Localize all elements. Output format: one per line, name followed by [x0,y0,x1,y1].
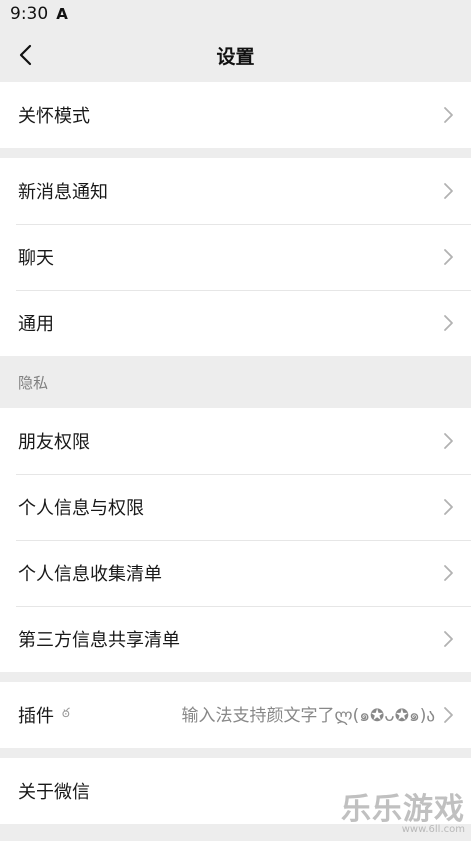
emoticon-badge-icon: ఠ [62,706,70,721]
settings-group-privacy: 朋友权限 个人信息与权限 个人信息收集清单 第三方信息共享清单 [0,408,471,672]
plugins-promo-text: 输入法支持颜文字了ლ(๑✪ᴗ✪๑)ა [181,706,435,726]
status-time: 9:30 [10,4,49,24]
settings-item-friend-permissions[interactable]: 朋友权限 [0,408,471,474]
settings-group-plugins: 插件 ఠ 输入法支持颜文字了ლ(๑✪ᴗ✪๑)ა [0,682,471,748]
status-bar: 9:30 A [0,0,471,28]
settings-item-plugins[interactable]: 插件 ఠ 输入法支持颜文字了ლ(๑✪ᴗ✪๑)ა [0,682,471,748]
chevron-right-icon [444,499,453,515]
settings-item-personal-info-permissions[interactable]: 个人信息与权限 [0,474,471,540]
settings-item-label: 关怀模式 [18,106,90,127]
chevron-right-icon [444,565,453,581]
chevron-right-icon [444,315,453,331]
settings-item-third-party-sharing[interactable]: 第三方信息共享清单 [0,606,471,672]
settings-item-chat[interactable]: 聊天 [0,224,471,290]
settings-item-label: 个人信息与权限 [18,498,144,519]
a-notification-icon: A [56,5,68,23]
settings-group-care: 关怀模式 [0,82,471,148]
chevron-right-icon [444,107,453,123]
settings-item-label: 插件 [18,706,54,727]
chevron-right-icon [444,249,453,265]
chevron-right-icon [444,631,453,647]
settings-item-label: 个人信息收集清单 [18,564,162,585]
section-header-privacy: 隐私 [18,373,49,392]
settings-item-personal-info-collection[interactable]: 个人信息收集清单 [0,540,471,606]
chevron-right-icon [444,707,453,723]
settings-item-general[interactable]: 通用 [0,290,471,356]
settings-item-care-mode[interactable]: 关怀模式 [0,82,471,148]
settings-item-label: 朋友权限 [18,432,90,453]
settings-item-label: 第三方信息共享清单 [18,630,180,651]
settings-group-general: 新消息通知 聊天 通用 [0,158,471,356]
watermark: 乐乐游戏 www.6ll.com [341,784,465,835]
back-button[interactable] [12,40,38,70]
nav-bar: 设置 [0,28,471,82]
chevron-right-icon [444,433,453,449]
watermark-title: 乐乐游戏 [341,792,465,827]
page-title: 设置 [216,45,255,68]
chevron-right-icon [444,183,453,199]
settings-item-notifications[interactable]: 新消息通知 [0,158,471,224]
settings-item-label: 新消息通知 [18,182,108,203]
chevron-left-icon [19,44,32,66]
settings-item-label: 通用 [18,314,54,335]
settings-item-label: 关于微信 [18,782,90,803]
settings-item-label: 聊天 [18,248,54,269]
